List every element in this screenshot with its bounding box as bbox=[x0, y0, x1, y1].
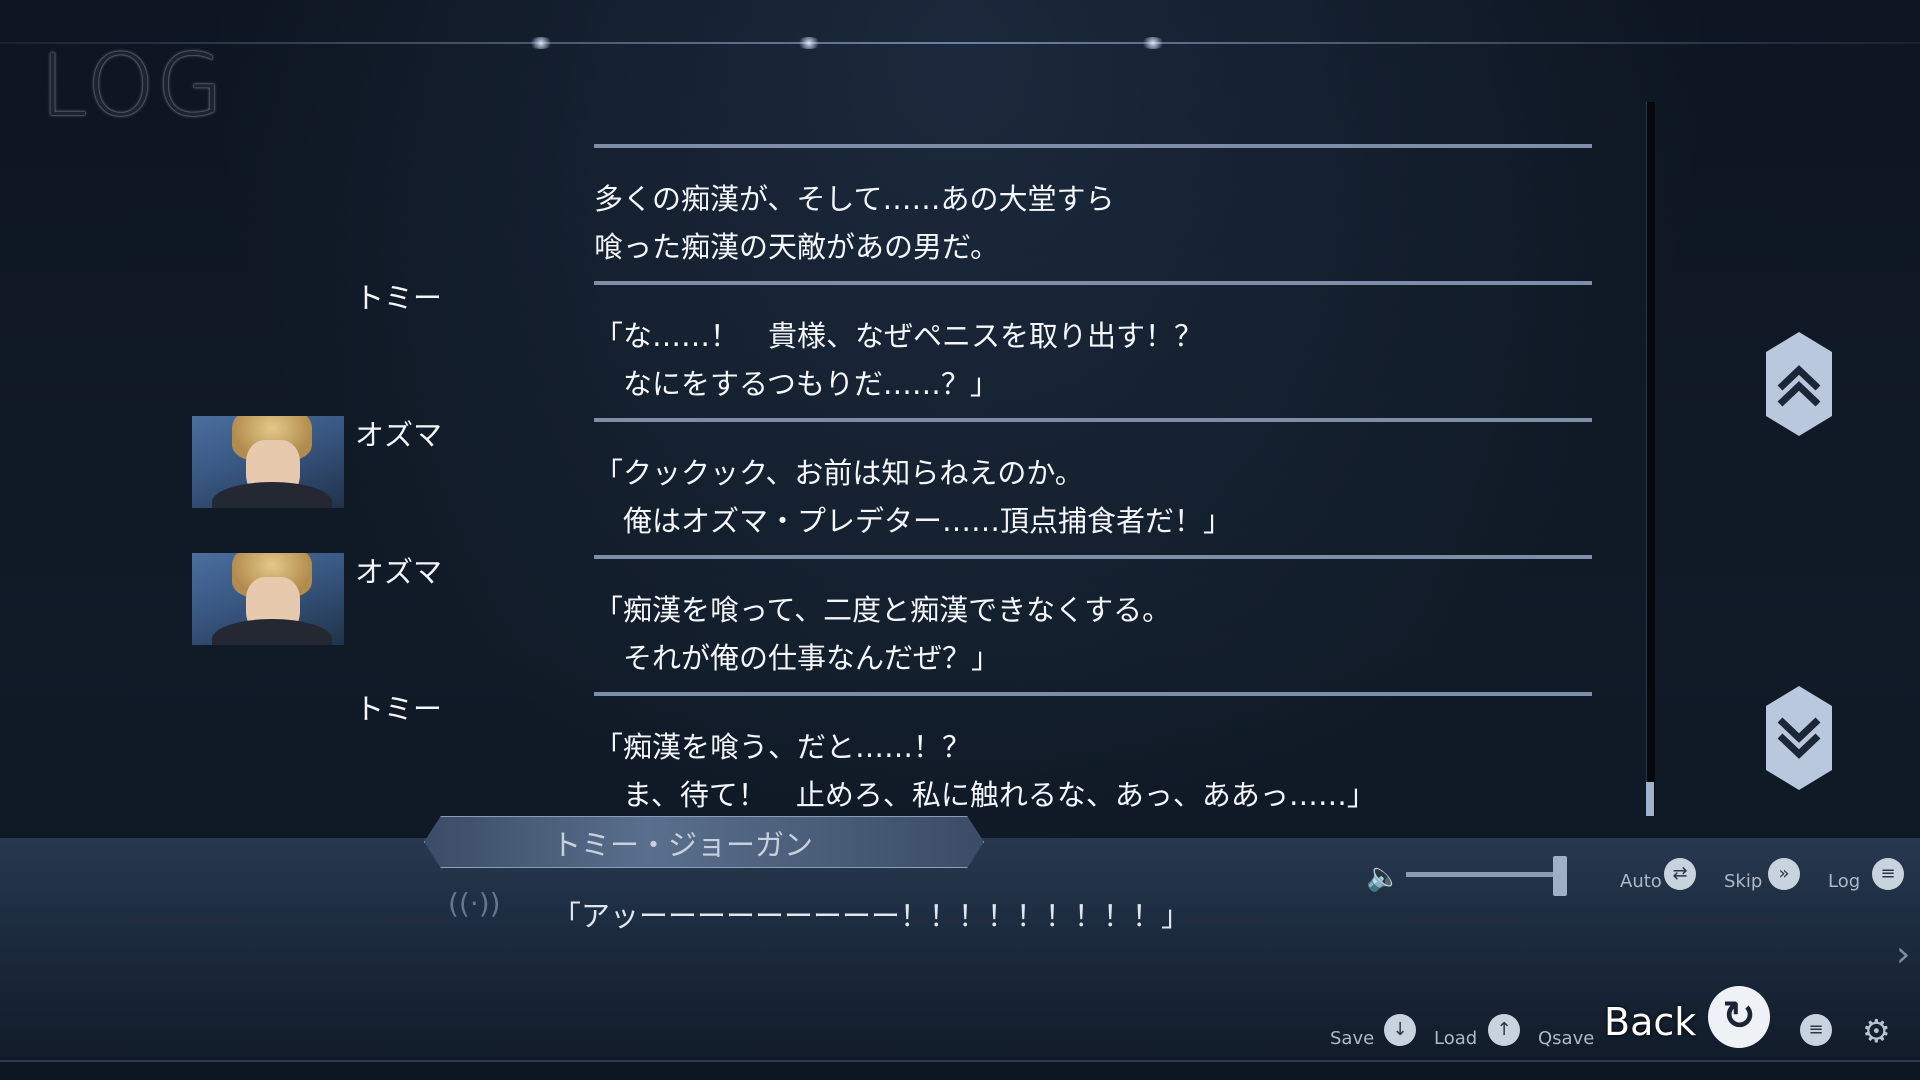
entry-line: 「痴漢を喰って、二度と痴漢できなくする。 bbox=[594, 593, 1172, 627]
entry-line: なにをするつもりだ……？」 bbox=[594, 367, 999, 401]
page-up-button[interactable] bbox=[1766, 332, 1832, 436]
page-title: LOG bbox=[40, 36, 226, 136]
glow-dot bbox=[1140, 37, 1166, 49]
entry-line: それが俺の仕事なんだぜ？」 bbox=[594, 641, 1001, 675]
save-label[interactable]: Save bbox=[1330, 1028, 1374, 1049]
auto-label[interactable]: Auto bbox=[1620, 871, 1662, 892]
top-divider bbox=[0, 42, 1920, 44]
log-entry: オズマ 「痴漢を喰って、二度と痴漢できなくする。 それが俺の仕事なんだぜ？」 bbox=[0, 551, 1620, 688]
entry-divider bbox=[594, 418, 1592, 422]
skip-icon[interactable]: » bbox=[1768, 858, 1800, 890]
auto-icon[interactable]: ⇄ bbox=[1664, 858, 1696, 890]
chevron-right-icon[interactable]: › bbox=[1896, 934, 1910, 975]
entry-speaker: オズマ bbox=[355, 555, 443, 589]
gear-icon[interactable]: ⚙ bbox=[1862, 1012, 1891, 1050]
log-label[interactable]: Log bbox=[1828, 871, 1860, 892]
entry-line: 「な……！ 貴様、なぜペニスを取り出す！？ bbox=[594, 319, 1204, 353]
entry-line: 喰った痴漢の天敵があの男だ。 bbox=[594, 230, 1000, 264]
menu-icon[interactable]: ≡ bbox=[1800, 1014, 1832, 1046]
entry-speaker: オズマ bbox=[355, 418, 443, 452]
page-down-button[interactable] bbox=[1766, 686, 1832, 790]
entry-speaker: トミー bbox=[355, 692, 443, 726]
bottom-divider bbox=[0, 1060, 1920, 1062]
entry-divider bbox=[594, 555, 1592, 559]
log-entry: トミー 「痴漢を喰う、だと……！？ ま、待て！ 止めろ、私に触れるな、あっ、ああ… bbox=[0, 688, 1620, 825]
entry-line: ま、待て！ 止めろ、私に触れるな、あっ、ああっ……」 bbox=[594, 778, 1376, 812]
avatar bbox=[192, 553, 344, 645]
qsave-label[interactable]: Qsave bbox=[1538, 1028, 1594, 1049]
volume-slider-knob[interactable] bbox=[1553, 856, 1567, 896]
double-chevron-up-icon bbox=[1766, 332, 1832, 436]
load-label[interactable]: Load bbox=[1434, 1028, 1477, 1049]
entry-speaker: トミー bbox=[355, 281, 443, 315]
entry-divider bbox=[594, 281, 1592, 285]
entry-line: 俺はオズマ・プレデター……頂点捕食者だ！」 bbox=[594, 504, 1233, 538]
dialog-speaker: トミー・ジョーガン bbox=[552, 828, 814, 862]
entry-divider bbox=[594, 692, 1592, 696]
back-button[interactable]: ↻ bbox=[1708, 986, 1770, 1048]
entry-line: 多くの痴漢が、そして……あの大堂すら bbox=[594, 182, 1115, 216]
log-entry: 多くの痴漢が、そして……あの大堂すら 喰った痴漢の天敵があの男だ。 bbox=[0, 140, 1620, 277]
log-entry: オズマ 「クックック、お前は知らねえのか。 俺はオズマ・プレデター……頂点捕食者… bbox=[0, 414, 1620, 551]
double-chevron-down-icon bbox=[1766, 686, 1832, 790]
speaker-icon[interactable]: 🔈 bbox=[1366, 860, 1401, 893]
save-icon[interactable]: ↓ bbox=[1384, 1014, 1416, 1046]
scrollbar-thumb[interactable] bbox=[1646, 782, 1654, 816]
entry-line: 「クックック、お前は知らねえのか。 bbox=[594, 456, 1084, 490]
load-icon[interactable]: ↑ bbox=[1488, 1014, 1520, 1046]
glow-dot bbox=[528, 37, 554, 49]
entry-line: 「痴漢を喰う、だと……！？ bbox=[594, 730, 972, 764]
glow-dot bbox=[796, 37, 822, 49]
scrollbar-track[interactable] bbox=[1646, 102, 1655, 816]
skip-label[interactable]: Skip bbox=[1724, 871, 1762, 892]
dialog-text: 「アッーーーーーーーーー！！！！！！！！！」 bbox=[552, 899, 1191, 933]
volume-slider-track[interactable] bbox=[1406, 872, 1560, 877]
entry-divider bbox=[594, 144, 1592, 148]
back-label[interactable]: Back bbox=[1604, 1000, 1696, 1044]
voice-replay-icon[interactable]: ((·)) bbox=[448, 887, 501, 920]
log-entry: トミー 「な……！ 貴様、なぜペニスを取り出す！？ なにをするつもりだ……？」 bbox=[0, 277, 1620, 414]
avatar bbox=[192, 416, 344, 508]
log-icon[interactable]: ≡ bbox=[1872, 858, 1904, 890]
